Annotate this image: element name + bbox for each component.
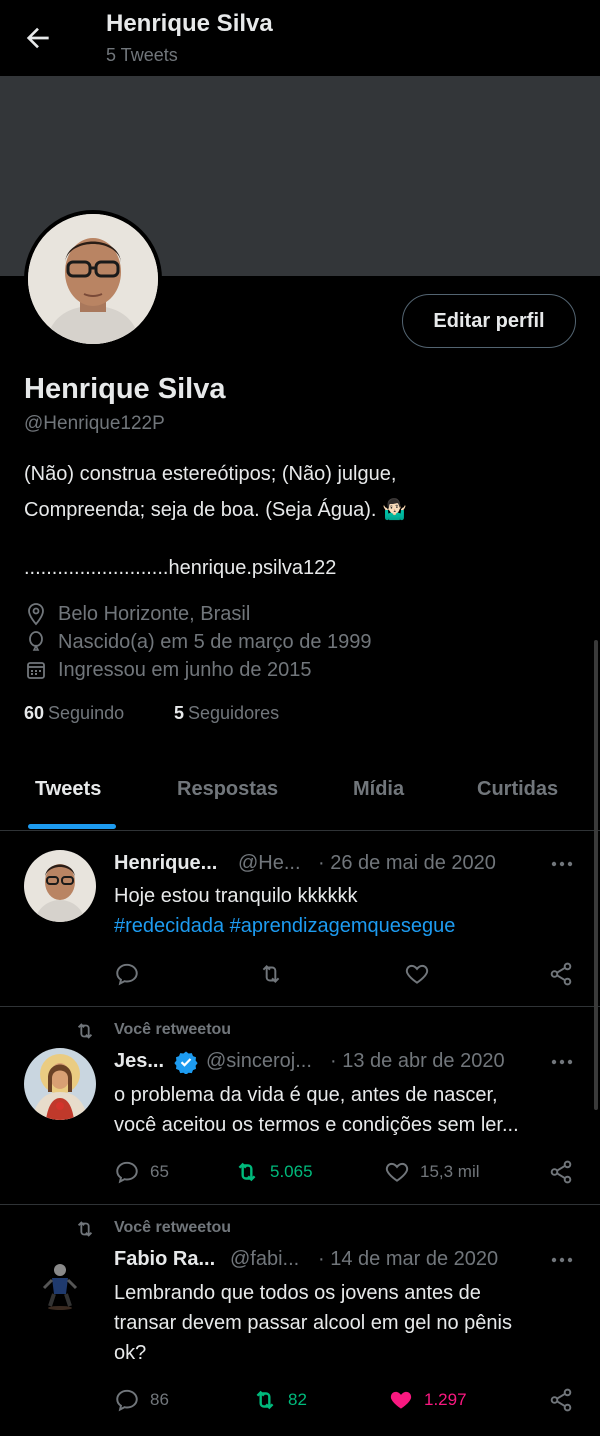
bio-line-1: (Não) construa estereótipos; (Não) julgu… (24, 463, 397, 485)
tweet-3-text-line-1: Lembrando que todos os jovens antes de (114, 1282, 481, 1304)
tweet-1-more-icon[interactable] (548, 852, 576, 876)
tab-curtidas[interactable]: Curtidas (477, 778, 558, 801)
tweet-3-avatar[interactable] (24, 1246, 96, 1318)
heart-icon (385, 1162, 409, 1182)
tweet-2-reply-button[interactable]: 65 (114, 1159, 169, 1185)
following-link[interactable]: 60 Seguindo (24, 703, 124, 724)
tweet-2-share-button[interactable] (548, 1159, 574, 1185)
tweet-3-date[interactable]: · 14 de mar de 2020 (318, 1248, 498, 1271)
reply-icon (116, 1389, 138, 1412)
verified-badge-icon (174, 1050, 198, 1074)
tweet-3-text-line-2: transar devem passar alcool em gel no pê… (114, 1312, 512, 1334)
profile-joined: Ingressou em junho de 2015 (24, 658, 312, 682)
retweet-icon (238, 1162, 256, 1182)
tweet-3-share-button[interactable] (548, 1387, 574, 1413)
like-count: 1.297 (424, 1390, 467, 1409)
tweet-1-reply-button[interactable] (114, 961, 140, 987)
heart-filled-icon (390, 1391, 412, 1409)
reply-icon (116, 1161, 138, 1184)
location-pin-icon (28, 603, 44, 626)
heart-icon (405, 964, 429, 984)
share-icon (550, 962, 572, 986)
hashtag-link[interactable]: #aprendizagemquesegue (230, 915, 456, 937)
followers-count: 5 (174, 703, 185, 723)
retweet-icon (262, 965, 280, 983)
tweet-1-avatar[interactable] (24, 850, 96, 922)
profile-birth: Nascido(a) em 5 de março de 1999 (24, 630, 372, 654)
tab-midia[interactable]: Mídia (353, 778, 404, 801)
location-text: Belo Horizonte, Brasil (58, 602, 251, 625)
birth-text: Nascido(a) em 5 de março de 1999 (58, 630, 372, 653)
edit-profile-button[interactable]: Editar perfil (402, 294, 576, 348)
tweet-2-retweet-label[interactable]: Você retweetou (114, 1021, 231, 1039)
profile-name: Henrique Silva (24, 373, 226, 405)
profile-handle: @Henrique122P (24, 413, 165, 434)
scrollbar[interactable] (594, 640, 598, 1110)
tweet-3-handle[interactable]: @fabi... (230, 1248, 299, 1271)
balloon-icon (29, 631, 43, 651)
tweet-2-retweet-button[interactable]: 5.065 (234, 1159, 313, 1185)
retweeted-icon (74, 1218, 96, 1240)
tweet-2-text-line-1: o problema da vida é que, antes de nasce… (114, 1084, 498, 1106)
tweet-2-text-line-2: você aceitou os termos e condições sem l… (114, 1114, 519, 1136)
tweet-1-share-button[interactable] (548, 961, 574, 987)
retweet-icon (256, 1390, 274, 1410)
following-count: 60 (24, 703, 45, 723)
profile-location: Belo Horizonte, Brasil (24, 602, 250, 626)
like-count: 15,3 mil (420, 1162, 480, 1181)
tweet-1-hashtags: #redecidada #aprendizagemquesegue (114, 915, 455, 938)
joined-text: Ingressou em junho de 2015 (58, 658, 312, 681)
tweet-1-date[interactable]: · 26 de mai de 2020 (318, 852, 496, 875)
tweet-3-text-line-3: ok? (114, 1342, 147, 1364)
profile-avatar[interactable] (24, 210, 162, 348)
header-title: Henrique Silva (106, 10, 273, 37)
tab-tweets[interactable]: Tweets (35, 778, 101, 801)
tab-respostas[interactable]: Respostas (177, 778, 278, 801)
tweet-2-handle[interactable]: @sinceroj... (206, 1050, 312, 1073)
tweet-3-name[interactable]: Fabio Ra... (114, 1248, 215, 1271)
calendar-icon (27, 662, 45, 679)
tweet-3-like-button[interactable]: 1.297 (388, 1387, 467, 1413)
reply-icon (116, 963, 138, 986)
retweeted-icon (74, 1020, 96, 1042)
tweet-2-more-icon[interactable] (548, 1050, 576, 1074)
share-icon (550, 1160, 572, 1184)
tweet-3-retweet-button[interactable]: 82 (252, 1387, 307, 1413)
active-tab-indicator (28, 824, 116, 829)
tweet-1-name[interactable]: Henrique... (114, 852, 217, 875)
tweet-2-like-button[interactable]: 15,3 mil (384, 1159, 480, 1185)
tweet-1-text: Hoje estou tranquilo kkkkkk (114, 885, 358, 907)
tweet-2-date[interactable]: · 13 de abr de 2020 (330, 1050, 505, 1073)
followers-label: Seguidores (188, 703, 280, 723)
tweet-2-name[interactable]: Jes... (114, 1050, 164, 1073)
tweet-divider (0, 1006, 600, 1007)
share-icon (550, 1388, 572, 1412)
reply-count: 65 (150, 1162, 169, 1181)
reply-count: 86 (150, 1390, 169, 1409)
header-tweet-count: 5 Tweets (106, 45, 178, 65)
retweet-count: 82 (288, 1390, 307, 1409)
retweet-count: 5.065 (270, 1162, 313, 1181)
tweet-3-more-icon[interactable] (548, 1248, 576, 1272)
bio-line-3: ..........................henrique.psilv… (24, 557, 337, 579)
tweet-1-retweet-button[interactable] (258, 961, 284, 987)
hashtag-link[interactable]: #redecidada (114, 915, 224, 937)
tweet-divider (0, 1204, 600, 1205)
bio-line-2: Compreenda; seja de boa. (Seja Água). 🤷🏻… (24, 499, 407, 521)
tweet-1-like-button[interactable] (404, 961, 430, 987)
back-arrow-icon[interactable] (22, 22, 54, 54)
followers-link[interactable]: 5 Seguidores (174, 703, 279, 724)
top-bar: Henrique Silva 5 Tweets (0, 0, 600, 76)
tweet-3-retweet-label[interactable]: Você retweetou (114, 1219, 231, 1237)
tweet-1-handle[interactable]: @He... (238, 852, 301, 875)
following-label: Seguindo (48, 703, 125, 723)
tweet-3-reply-button[interactable]: 86 (114, 1387, 169, 1413)
tabs-divider (0, 830, 600, 831)
tweet-2-avatar[interactable] (24, 1048, 96, 1120)
